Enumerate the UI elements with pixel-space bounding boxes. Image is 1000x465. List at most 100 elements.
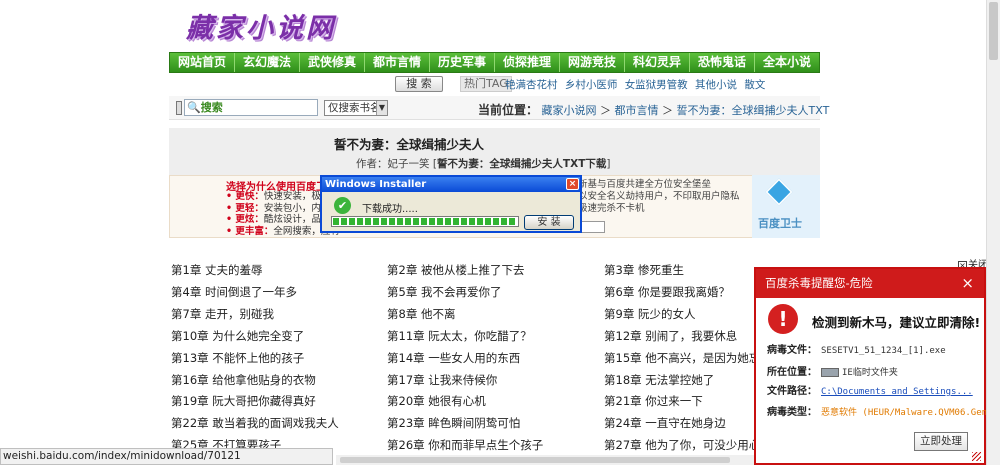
ad-right-text: 新基与百度共建全方位安全堡垒 以安全名义劫持用户，不印取用户隐私 级速完杀不卡机 (578, 179, 740, 214)
chapter-number: 第1章 (171, 263, 202, 277)
chapter-link[interactable]: 第14章 一些女人用的东西 (387, 350, 520, 366)
virus-type-row: 病毒类型： 恶意软件 (HEUR/Malware.QVM06.Gen) (767, 407, 993, 418)
chapter-link[interactable]: 第13章 不能怀上他的孩子 (171, 350, 304, 366)
chapter-link[interactable]: 第21章 你过来一下 (604, 393, 703, 409)
chapter-link[interactable]: 第5章 我不会再爱你了 (387, 284, 501, 300)
resize-grip[interactable] (972, 452, 981, 461)
tag-link[interactable]: 散文 (744, 79, 765, 91)
chapter-link[interactable]: 第3章 惨死重生 (604, 262, 684, 278)
chapter-link[interactable]: 第8章 他不离 (387, 306, 455, 322)
chapter-number: 第23章 (387, 416, 425, 431)
chapter-number: 第27章 (604, 438, 642, 453)
nav-wuxia[interactable]: 武侠修真 (300, 53, 365, 72)
tag-link[interactable]: 其他小说 (695, 79, 737, 91)
file-path-link[interactable]: C:\Documents and Settings... (821, 387, 973, 397)
chapter-link[interactable]: 第9章 阮少的女人 (604, 306, 695, 322)
chapter-link[interactable]: 第11章 阮太太，你吃醋了？ (387, 328, 532, 344)
handle-now-button[interactable]: 立即处理 (914, 432, 968, 451)
chapter-number: 第16章 (171, 372, 209, 387)
chapter-link[interactable]: 第17章 让我来侍候你 (387, 372, 497, 388)
chapter-link[interactable]: 第4章 时间倒退了一年多 (171, 284, 297, 300)
baidu-weishi-logo[interactable]: 百度卫士 (752, 175, 820, 238)
nav-urban-romance[interactable]: 都市言情 (365, 53, 430, 72)
chapter-title: 不能怀上他的孩子 (212, 350, 305, 365)
chapter-number: 第18章 (604, 372, 642, 387)
chapter-title: 给他拿他贴身的衣物 (212, 372, 316, 387)
close-icon[interactable]: × (961, 269, 974, 298)
chapter-number: 第26章 (387, 438, 425, 453)
chapter-number: 第2章 (387, 263, 418, 277)
author-text: 作者：妃子一笑 [ (356, 158, 437, 170)
nav-games[interactable]: 网游竞技 (560, 53, 625, 72)
chapter-number: 第12章 (604, 328, 642, 343)
chapter-link[interactable]: 第26章 你和而菲早点生个孩子 (387, 437, 543, 453)
chapter-link[interactable]: 第24章 一直守在她身边 (604, 415, 726, 431)
install-button[interactable]: 安 装 (524, 215, 574, 230)
txt-download-link[interactable]: 誓不为妻：全球缉捕少夫人TXT下载 (437, 158, 606, 170)
chapter-title: 阮太太，你吃醋了？ (428, 328, 532, 343)
chapter-title: 你是要跟我离婚？ (637, 284, 730, 299)
chapter-title: 被他从楼上推了下去 (420, 263, 525, 277)
chapter-link[interactable]: 第22章 敢当着我的面调戏我夫人 (171, 415, 339, 431)
chapter-number: 第4章 (171, 284, 202, 299)
popup-header: 百度杀毒提醒您-危险 × (756, 269, 984, 298)
chapter-number: 第13章 (171, 350, 209, 365)
chapter-link[interactable]: 第19章 阮大哥把你藏得真好 (171, 393, 316, 409)
search-scope-value: 仅搜索书名 (328, 102, 381, 114)
tag-link[interactable]: 艳满杏花村 (505, 79, 558, 91)
chapter-link[interactable]: 第6章 你是要跟我离婚？ (604, 284, 730, 300)
chapter-link[interactable]: 第18章 无法掌控她了 (604, 372, 714, 388)
chapter-link[interactable]: 第15章 他不高兴，是因为她忘记 (604, 350, 772, 366)
nav-detective[interactable]: 侦探推理 (495, 53, 560, 72)
horizontal-scrollbar[interactable] (336, 455, 754, 465)
check-icon: ✔ (334, 197, 351, 214)
nav-home[interactable]: 网站首页 (170, 53, 235, 72)
nav-scifi[interactable]: 科幻灵异 (625, 53, 690, 72)
status-bar: weishi.baidu.com/index/minidownload/7012… (0, 448, 333, 465)
chapter-number: 第11章 (387, 328, 425, 343)
vertical-scrollbar[interactable] (986, 0, 1000, 465)
search-input[interactable]: 🔍搜索 (184, 99, 318, 116)
chapter-link[interactable]: 第12章 别闹了，我要休息 (604, 328, 737, 344)
scroll-thumb[interactable] (989, 2, 998, 60)
antivirus-popup: 百度杀毒提醒您-危险 × ! 检测到新木马，建议立即清除! 病毒文件： SESET… (754, 267, 992, 465)
chapter-link[interactable]: 第27章 他为了你，可没少用心 (604, 437, 760, 453)
warning-icon: ! (768, 304, 798, 334)
chapter-title: 为什么她完全变了 (212, 328, 305, 343)
hot-tag-links: 艳满杏花村 乡村小医师 女监狱男管教 其他小说 散文 (505, 77, 769, 92)
chapter-link[interactable]: 第2章 被他从楼上推了下去 (387, 262, 524, 278)
dialog-titlebar[interactable]: Windows Installer × (322, 177, 580, 192)
breadcrumb-home[interactable]: 藏家小说网 (542, 104, 597, 117)
chapter-number: 第15章 (604, 350, 642, 365)
author-end: ] (606, 158, 611, 170)
chapter-number: 第20章 (387, 394, 425, 409)
chapter-title: 她很有心机 (428, 394, 486, 409)
book-author-line: 作者：妃子一笑 [誓不为妻：全球缉捕少夫人TXT下载] (356, 156, 610, 171)
tag-link[interactable]: 乡村小医师 (565, 79, 618, 91)
chapter-title: 他不离 (420, 306, 456, 321)
chapter-number: 第17章 (387, 372, 425, 387)
chapter-title: 他不高兴，是因为她忘记 (645, 350, 772, 365)
nav-complete[interactable]: 全本小说 (755, 53, 819, 72)
breadcrumb-book[interactable]: 誓不为妻：全球缉捕少夫人TXT (677, 104, 830, 117)
close-icon[interactable]: × (566, 178, 579, 190)
chapter-link[interactable]: 第7章 走开，别碰我 (171, 306, 274, 322)
chapter-link[interactable]: 第10章 为什么她完全变了 (171, 328, 304, 344)
site-logo[interactable]: 藏家小说网 (186, 6, 336, 45)
phone-icon (176, 101, 182, 115)
breadcrumb-category[interactable]: 都市言情 (615, 104, 659, 117)
file-path-row: 文件路径： C:\Documents and Settings... (767, 386, 973, 397)
chapter-link[interactable]: 第1章 丈夫的羞辱 (171, 262, 262, 278)
nav-horror[interactable]: 恐怖鬼话 (690, 53, 755, 72)
search-button[interactable]: 搜 索 (395, 76, 443, 92)
tag-link[interactable]: 女监狱男管教 (625, 79, 688, 91)
chapter-link[interactable]: 第20章 她很有心机 (387, 393, 486, 409)
search-scope-select[interactable]: 仅搜索书名 ▼ (324, 100, 388, 116)
chapter-number: 第5章 (387, 284, 418, 299)
nav-history[interactable]: 历史军事 (430, 53, 495, 72)
chapter-number: 第14章 (387, 350, 425, 365)
chapter-link[interactable]: 第16章 给他拿他贴身的衣物 (171, 372, 316, 388)
scroll-thumb[interactable] (340, 457, 730, 463)
nav-fantasy[interactable]: 玄幻魔法 (235, 53, 300, 72)
chapter-link[interactable]: 第23章 眸色瞬间阴鸷可怕 (387, 415, 520, 431)
